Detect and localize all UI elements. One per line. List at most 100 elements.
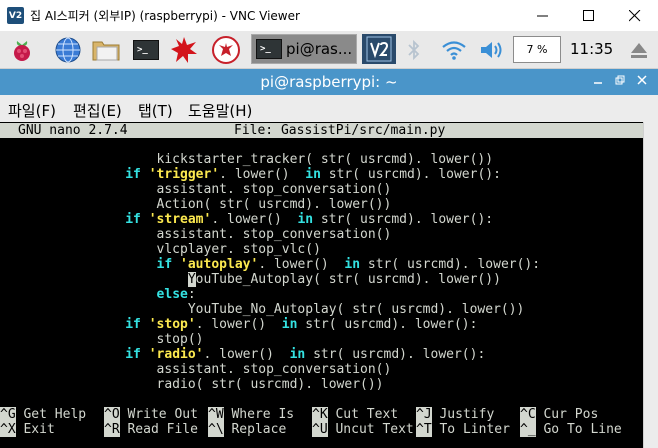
terminal-close-button[interactable] [634,73,650,90]
shortcut-label: Cur Pos [535,407,599,422]
code-token: ouTube_Autoplay( str( usrcmd). lower()) [195,272,501,287]
code-line: YouTube_No_Autoplay( str( usrcmd). lower… [0,302,525,317]
keyword-token: if [156,257,181,272]
shortcut-item[interactable]: ^\ Replace [208,422,286,437]
shortcut-item[interactable]: ^C Cur Pos [520,407,598,422]
wifi-tray[interactable] [438,33,470,66]
globe-icon [55,37,81,62]
code-line: if 'radio'. lower() in str( usrcmd). low… [0,347,485,362]
shortcut-item[interactable]: ^W Where Is [208,407,294,422]
raspberry-icon [14,40,30,61]
menu-tabs[interactable]: 탭(T) [138,100,173,121]
vnc-icon [366,36,392,62]
bluetooth-icon [408,39,420,60]
string-token: 'stream' [148,212,212,227]
raspberry-pi-panel: >_ >_ pi@ras... 7 % 11:35 [0,31,658,69]
clock[interactable]: 11:35 [570,40,613,58]
code-token: str( usrcmd). lower(): [305,347,486,362]
code-token: stop() [0,332,204,347]
shortcut-key: ^\ [208,422,224,437]
raspberry-menu-button[interactable] [4,33,40,66]
code-line: kickstarter_tracker( str( usrcmd). lower… [0,152,494,167]
shortcut-key: ^C [520,407,536,422]
shortcut-item[interactable]: ^O Write Out [104,407,198,422]
code-token: str( usrcmd). lower(): [320,167,501,182]
keyword-token: if [125,317,149,332]
shortcut-label: To Linter [431,422,510,437]
code-line: Action( str( usrcmd). lower()) [0,197,392,212]
folder-icon [92,41,120,60]
code-line: assistant. stop_conversation() [0,362,392,377]
minimize-icon [594,82,602,84]
terminal-menubar: 파일(F) 편집(E) 탭(T) 도움말(H) [0,95,658,123]
code-line: YouTube_Autoplay( str( usrcmd). lower()) [0,272,501,287]
nano-version: GNU nano 2.7.4 [18,123,128,138]
code-line: if 'autoplay'. lower() in str( usrcmd). … [0,257,541,272]
eject-icon [631,42,647,58]
shortcut-key: ^_ [520,422,536,437]
terminal-maximize-button[interactable] [612,73,628,90]
eject-tray[interactable] [624,33,654,66]
window-title: 집 AI스피커 (외부IP) (raspberrypi) - VNC Viewe… [30,9,300,23]
shortcut-item[interactable]: ^X Exit [0,422,55,437]
shortcut-key: ^X [0,422,16,437]
code-token: : [187,287,196,302]
keyword-token: in [305,167,321,182]
vnc-app-icon: V2 [7,7,24,24]
code-token: str( usrcmd). lower(): [360,257,541,272]
terminal-minimize-button[interactable] [590,73,606,90]
string-token: 'stop' [148,317,196,332]
code-token: assistant. stop_conversation() [0,362,392,377]
code-token: Action( str( usrcmd). lower()) [0,197,392,212]
shortcut-label: Cut Text [327,407,399,422]
menu-help[interactable]: 도움말(H) [188,100,252,121]
minimize-icon [537,15,548,16]
menu-file[interactable]: 파일(F) [8,100,56,121]
terminal-window-titlebar: pi@raspberrypi: ~ [0,69,658,95]
shortcut-key: ^G [0,407,16,422]
close-button[interactable] [612,0,658,31]
shortcut-item[interactable]: ^_ Go To Line [520,422,622,437]
vnc-window-titlebar: V2 집 AI스피커 (외부IP) (raspberrypi) - VNC Vi… [0,0,658,31]
cpu-usage-monitor[interactable]: 7 % [513,36,561,63]
shortcut-item[interactable]: ^R Read File [104,422,198,437]
string-token: 'radio' [148,347,204,362]
code-token: radio( str( usrcmd). lower()) [0,377,384,392]
restore-icon [615,75,625,85]
taskbar-terminal-window[interactable]: >_ pi@ras... [251,34,357,64]
shortcut-item[interactable]: ^U Uncut Text [312,422,414,437]
shortcut-item[interactable]: ^T To Linter [416,422,510,437]
menu-edit[interactable]: 편집(E) [73,100,122,121]
mathematica-launcher[interactable] [206,33,246,66]
code-token: kickstarter_tracker( str( usrcmd). lower… [0,152,494,167]
code-token: str( usrcmd). lower(): [297,317,478,332]
nano-filename: File: GassistPi/src/main.py [234,123,446,138]
volume-tray[interactable] [475,33,509,66]
code-token: . lower() [203,347,290,362]
shortcut-item[interactable]: ^G Get Help [0,407,86,422]
bluetooth-tray[interactable] [400,33,428,66]
code-line: if 'stream'. lower() in str( usrcmd). lo… [0,212,493,227]
keyword-token: if [125,347,149,362]
minimize-button[interactable] [520,0,566,31]
shortcut-label: Write Out [119,407,198,422]
code-token: . lower() [258,257,345,272]
browser-launcher[interactable] [50,33,86,66]
terminal-launcher[interactable]: >_ [128,33,164,66]
shortcut-item[interactable]: ^J Justify [416,407,494,422]
maximize-button[interactable] [566,0,612,31]
keyword-token: if [125,212,149,227]
math-kernel-launcher[interactable] [166,33,202,66]
code-line: assistant. stop_conversation() [0,182,392,197]
shortcut-key: ^U [312,422,328,437]
file-manager-launcher[interactable] [88,33,126,66]
terminal-screen[interactable]: GNU nano 2.7.4 File: GassistPi/src/main.p… [0,122,643,448]
shortcut-item[interactable]: ^K Cut Text [312,407,398,422]
terminal-scrollbar[interactable] [643,122,658,448]
wolf-icon [212,35,240,64]
code-token: . lower() [195,317,282,332]
vnc-server-tray[interactable] [362,34,396,64]
